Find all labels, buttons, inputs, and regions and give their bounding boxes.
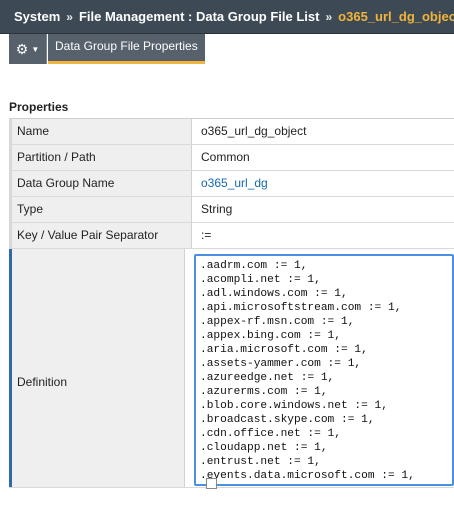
partition-label: Partition / Path [9, 145, 192, 170]
definition-line: .api.microsoftstream.com := 1, [200, 302, 402, 314]
definition-line: .events.data.microsoft.com := 1, [200, 470, 415, 482]
chevron-down-icon: ▼ [31, 44, 40, 54]
properties-table: Name o365_url_dg_object Partition / Path… [9, 118, 454, 488]
table-row: Key / Value Pair Separator := [9, 223, 454, 249]
definition-line: .broadcast.skype.com := 1, [200, 414, 375, 426]
definition-line: .blob.core.windows.net := 1, [200, 400, 388, 412]
table-row: Type String [9, 197, 454, 223]
definition-line: .azurerms.com := 1, [200, 386, 328, 398]
definition-line: .cloudapp.net := 1, [200, 442, 328, 454]
option-checkbox[interactable] [206, 477, 217, 489]
separator-value: := [192, 223, 454, 248]
definition-line: .adl.windows.com := 1, [200, 288, 348, 300]
gear-icon: ⚙ [15, 41, 29, 57]
breadcrumb: System » File Management : Data Group Fi… [0, 0, 454, 34]
table-row: Partition / Path Common [9, 145, 454, 171]
definition-line: .aria.microsoft.com := 1, [200, 344, 368, 356]
definition-label: Definition [9, 249, 185, 487]
table-row: Definition .aadrm.com := 1, .acompli.net … [9, 249, 454, 488]
definition-line: .azureedge.net := 1, [200, 372, 335, 384]
breadcrumb-system[interactable]: System [14, 9, 60, 24]
name-value: o365_url_dg_object [192, 119, 454, 144]
type-value: String [192, 197, 454, 222]
breadcrumb-data-group-file-list[interactable]: File Management : Data Group File List [79, 9, 320, 24]
definition-line: .aadrm.com := 1, [200, 260, 308, 272]
definition-line: .assets-yammer.com := 1, [200, 358, 362, 370]
definition-line: .cdn.office.net := 1, [200, 428, 341, 440]
data-group-name-value: o365_url_dg [192, 171, 454, 196]
definition-line: .acompli.net := 1, [200, 274, 321, 286]
extra-option [206, 477, 222, 489]
breadcrumb-current: o365_url_dg_object [338, 9, 454, 24]
definition-value: .aadrm.com := 1, .acompli.net := 1, .adl.w… [185, 249, 454, 487]
name-label: Name [9, 119, 192, 144]
separator-label: Key / Value Pair Separator [9, 223, 192, 248]
definition-line: .appex.bing.com := 1, [200, 330, 341, 342]
definition-line: .entrust.net := 1, [200, 456, 321, 468]
definition-textarea[interactable]: .aadrm.com := 1, .acompli.net := 1, .adl.w… [194, 254, 454, 486]
table-row: Name o365_url_dg_object [9, 119, 454, 145]
tab-bar: ⚙ ▼ Data Group File Properties [0, 34, 454, 67]
gear-menu-button[interactable]: ⚙ ▼ [9, 34, 47, 64]
section-title: Properties [9, 100, 69, 114]
type-label: Type [9, 197, 192, 222]
tab-data-group-file-properties[interactable]: Data Group File Properties [48, 34, 205, 64]
definition-line: .appex-rf.msn.com := 1, [200, 316, 355, 328]
breadcrumb-separator: » [66, 9, 73, 24]
data-group-name-label: Data Group Name [9, 171, 192, 196]
partition-value: Common [192, 145, 454, 170]
data-group-name-link[interactable]: o365_url_dg [201, 176, 268, 190]
table-row: Data Group Name o365_url_dg [9, 171, 454, 197]
breadcrumb-separator: » [325, 9, 333, 24]
